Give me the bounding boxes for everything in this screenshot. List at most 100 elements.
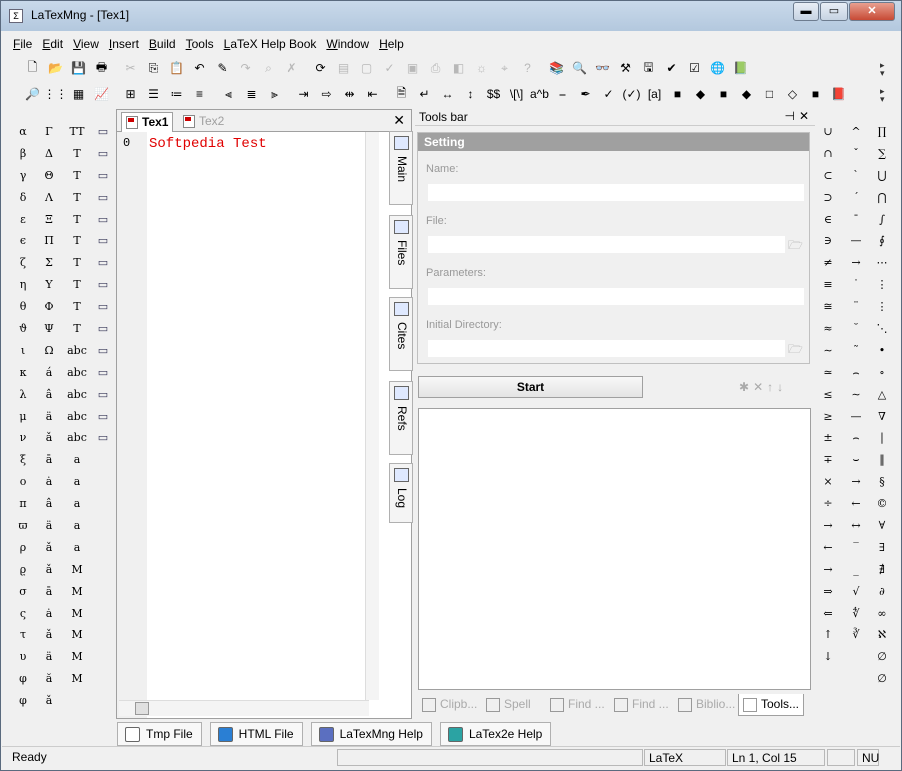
maximize-button[interactable]: ▭ bbox=[820, 2, 848, 21]
side-tab-main[interactable]: Main bbox=[389, 131, 413, 205]
symbol-button[interactable]: ˙ bbox=[844, 274, 868, 296]
symbol-button[interactable]: T bbox=[65, 187, 89, 209]
symbol-button[interactable]: ξ bbox=[11, 449, 35, 471]
math-icon[interactable]: $$ bbox=[482, 84, 505, 104]
symbol-button[interactable]: ` bbox=[844, 165, 868, 187]
symbol-button[interactable]: T bbox=[65, 318, 89, 340]
symbol-button[interactable]: ϵ bbox=[11, 230, 35, 252]
chart-icon[interactable]: 📈 bbox=[90, 84, 113, 104]
symbol-button[interactable]: M bbox=[65, 581, 89, 603]
save-icon[interactable]: 💾 bbox=[67, 58, 90, 78]
symbol-button[interactable]: λ bbox=[11, 384, 35, 406]
menu-file[interactable]: File bbox=[8, 35, 37, 55]
symbol-button[interactable]: ρ bbox=[11, 537, 35, 559]
symbol-button[interactable]: ≤ bbox=[816, 384, 840, 406]
symbol-button[interactable]: ∞ bbox=[870, 603, 894, 625]
tools-tab-1[interactable]: Spell bbox=[482, 694, 546, 716]
symbol-button[interactable]: ∩ bbox=[816, 143, 840, 165]
symbol-button[interactable]: o bbox=[11, 471, 35, 493]
file-tab-1[interactable]: HTML File bbox=[209, 722, 303, 746]
symbol-button[interactable]: α bbox=[11, 121, 35, 143]
symbol-button[interactable]: ⋮ bbox=[870, 274, 894, 296]
symbol-button[interactable]: ζ bbox=[11, 252, 35, 274]
search-doc-icon[interactable]: 🔍 bbox=[568, 58, 591, 78]
file-tab-3[interactable]: LaTex2e Help bbox=[439, 722, 552, 746]
symbol-button[interactable]: M bbox=[65, 646, 89, 668]
symbol-button[interactable]: â bbox=[37, 384, 61, 406]
tools-tab-5[interactable]: Tools... bbox=[738, 694, 804, 716]
output-area[interactable] bbox=[418, 408, 811, 690]
dvi-icon[interactable]: ⎙ bbox=[424, 58, 447, 78]
symbol-button[interactable]: √ bbox=[844, 581, 868, 603]
symbol-button[interactable]: ∛ bbox=[844, 624, 868, 646]
book-pink-icon[interactable]: ▭ bbox=[91, 274, 115, 296]
browse-folder-icon[interactable]: 🗁 bbox=[788, 236, 806, 252]
symbol-button[interactable]: | bbox=[870, 427, 894, 449]
new-tool-icon[interactable]: ✱ bbox=[739, 380, 749, 394]
book-blue-icon[interactable]: ▭ bbox=[91, 187, 115, 209]
symbol-button[interactable]: ⊃ bbox=[816, 187, 840, 209]
align-center-icon[interactable]: ≣ bbox=[240, 84, 263, 104]
symbol-button[interactable]: ⋃ bbox=[870, 165, 894, 187]
format-icon[interactable]: ✎ bbox=[211, 58, 234, 78]
symbol-button[interactable]: T bbox=[65, 143, 89, 165]
symbol-button[interactable]: ∄ bbox=[870, 559, 894, 581]
setting-input-0[interactable] bbox=[428, 184, 804, 201]
file-tab-0[interactable]: Tmp File bbox=[117, 722, 202, 746]
symbol-button[interactable]: ∫ bbox=[870, 209, 894, 231]
symbol-button[interactable]: ⋮ bbox=[870, 296, 894, 318]
menu-tools[interactable]: Tools bbox=[181, 35, 219, 55]
symbol-button[interactable]: σ bbox=[11, 581, 35, 603]
symbol-button[interactable]: Ψ bbox=[37, 318, 61, 340]
refresh-icon[interactable]: ⟳ bbox=[309, 58, 332, 78]
symbol-button[interactable]: M bbox=[65, 668, 89, 690]
symbol-button[interactable]: Φ bbox=[37, 296, 61, 318]
symbol-button[interactable]: ≠ bbox=[816, 252, 840, 274]
symbol-button[interactable]: ϑ bbox=[11, 318, 35, 340]
display-math-icon[interactable]: \[\] bbox=[505, 84, 528, 104]
symbol-button[interactable]: T bbox=[65, 209, 89, 231]
book-open-icon[interactable]: ▭ bbox=[91, 121, 115, 143]
print-icon[interactable]: 🖶 bbox=[90, 58, 113, 78]
close-button[interactable]: ✕ bbox=[849, 2, 895, 21]
save-red-icon[interactable]: 🖫 bbox=[637, 58, 660, 78]
symbol-button[interactable]: ā bbox=[37, 449, 61, 471]
book-dark-icon[interactable]: ▭ bbox=[91, 296, 115, 318]
symbol-button[interactable]: T bbox=[65, 230, 89, 252]
symbol-button[interactable]: â bbox=[37, 493, 61, 515]
symbol-button[interactable]: ⌢ bbox=[844, 362, 868, 384]
view-icon[interactable]: ⌖ bbox=[493, 58, 516, 78]
symbol-button[interactable]: Ω bbox=[37, 340, 61, 362]
page-icon[interactable]: ▢ bbox=[355, 58, 378, 78]
symbol-button[interactable]: ‾ bbox=[844, 537, 868, 559]
tab-tex2[interactable]: Tex2 bbox=[179, 112, 228, 132]
symbol-button[interactable]: η bbox=[11, 274, 35, 296]
symbol-button[interactable]: ǎ bbox=[37, 559, 61, 581]
symbol-button[interactable]: × bbox=[816, 471, 840, 493]
symbol-button[interactable]: Γ bbox=[37, 121, 61, 143]
symbol-button[interactable]: a bbox=[65, 493, 89, 515]
arrow-right-bar-icon[interactable]: ⇨ bbox=[315, 84, 338, 104]
symbol-button[interactable]: M bbox=[65, 603, 89, 625]
book-icon[interactable]: 📗 bbox=[729, 58, 752, 78]
symbol-button[interactable]: T bbox=[65, 165, 89, 187]
symbol-button[interactable]: ≈ bbox=[816, 318, 840, 340]
symbol-button[interactable]: Υ bbox=[37, 274, 61, 296]
symbol-button[interactable]: ä bbox=[37, 646, 61, 668]
menu-insert[interactable]: Insert bbox=[104, 35, 144, 55]
small-square-icon[interactable]: ■ bbox=[712, 84, 735, 104]
symbol-button[interactable]: ↔ bbox=[844, 515, 868, 537]
symbol-button[interactable]: τ bbox=[11, 624, 35, 646]
book-lines-icon[interactable]: ▭ bbox=[91, 209, 115, 231]
cyan-diamond-icon[interactable]: ◇ bbox=[781, 84, 804, 104]
cut-icon[interactable]: ✂ bbox=[119, 58, 142, 78]
symbol-button[interactable]: § bbox=[870, 471, 894, 493]
symbol-button[interactable]: ϱ bbox=[11, 559, 35, 581]
symbol-button[interactable]: π bbox=[11, 493, 35, 515]
symbol-button[interactable]: M bbox=[65, 559, 89, 581]
symbol-button[interactable]: ˜ bbox=[844, 340, 868, 362]
zoom-icon[interactable]: 🔎 bbox=[21, 84, 44, 104]
hammer-icon[interactable]: ⚒ bbox=[614, 58, 637, 78]
symbol-button[interactable]: — bbox=[844, 406, 868, 428]
globe-icon[interactable]: 🌐 bbox=[706, 58, 729, 78]
